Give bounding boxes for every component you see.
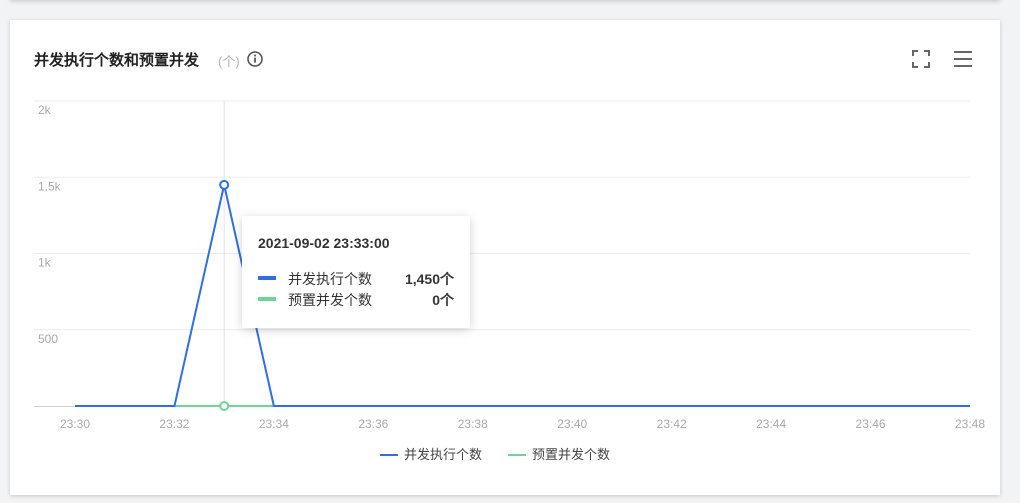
x-tick-label: 23:44 [756, 417, 786, 431]
y-tick-label: 2k [38, 103, 52, 117]
tooltip-title: 2021-09-02 23:33:00 [258, 235, 390, 251]
chart-card: 并发执行个数和预置并发 (个) 500 1k 1.5k 2k 23:30 23:32 23… [10, 20, 1000, 495]
x-tick-label: 23:36 [358, 417, 388, 431]
hover-point-0 [219, 179, 230, 190]
tooltip-swatch-provisioned [258, 297, 276, 301]
tooltip-swatch-concurrency [258, 276, 276, 280]
tooltip-name-concurrency: 并发执行个数 [288, 271, 372, 287]
tooltip-row-provisioned: 预置并发个数 0个 [258, 289, 454, 309]
x-tick-label: 23:32 [159, 417, 189, 431]
y-axis-labels: 500 1k 1.5k 2k [38, 103, 62, 346]
legend: 并发执行个数 预置并发个数 [380, 447, 610, 462]
tooltip-value-concurrency: 1,450个 [404, 271, 454, 287]
x-tick-label: 23:46 [856, 417, 886, 431]
line-chart: 5001k1.5k2k 23:30 23:32 23:34 23:36 23:38 23:… [34, 100, 985, 462]
y-tick-label: 1k [38, 256, 52, 270]
series-lines [75, 183, 970, 407]
y-tick-label: 500 [38, 332, 58, 346]
grid-lines [34, 100, 970, 331]
series-line-0 [75, 183, 970, 407]
tooltip-value-provisioned: 0个 [432, 292, 454, 308]
y-tick-label: 1.5k [38, 179, 62, 193]
x-tick-label: 23:42 [657, 417, 687, 431]
legend-label-0: 并发执行个数 [404, 447, 482, 462]
x-tick-label: 23:34 [259, 417, 289, 431]
x-tick-label: 23:40 [557, 417, 587, 431]
legend-label-1: 预置并发个数 [532, 447, 610, 462]
x-tick-label: 23:30 [60, 417, 90, 431]
chart-tooltip: 2021-09-02 23:33:00 并发执行个数 1,450个 预置并发个数… [242, 216, 470, 328]
tooltip-row-concurrency: 并发执行个数 1,450个 [258, 268, 454, 288]
x-axis-labels: 23:30 23:32 23:34 23:36 23:38 23:40 23:42 23:44… [60, 417, 985, 431]
hover-point-1 [219, 401, 230, 411]
x-tick-label: 23:38 [458, 417, 488, 431]
tooltip-name-provisioned: 预置并发个数 [288, 292, 372, 308]
x-tick-label: 23:48 [955, 417, 985, 431]
